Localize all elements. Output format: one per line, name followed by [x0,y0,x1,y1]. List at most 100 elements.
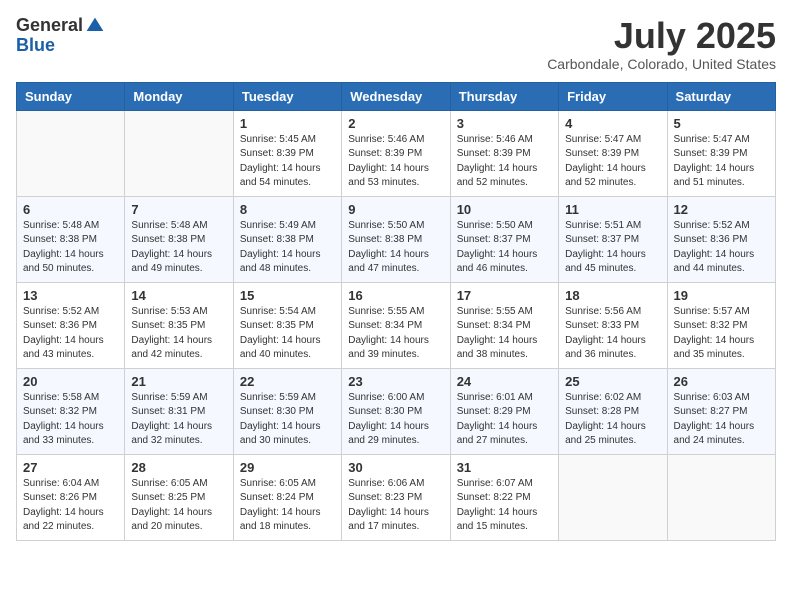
calendar-cell: 8Sunrise: 5:49 AMSunset: 8:38 PMDaylight… [233,196,341,282]
day-number: 29 [240,460,335,475]
day-number: 19 [674,288,769,303]
calendar-cell: 25Sunrise: 6:02 AMSunset: 8:28 PMDayligh… [559,368,667,454]
calendar-cell [667,454,775,540]
day-info: Sunrise: 6:00 AMSunset: 8:30 PMDaylight:… [348,391,443,449]
day-number: 9 [348,202,443,217]
day-info: Sunrise: 5:57 AMSunset: 8:32 PMDaylight:… [674,305,769,363]
calendar-cell: 23 Sunrise: 6:00 AMSunset: 8:30 PMDayligh… [342,368,450,454]
location-text: Carbondale, Colorado, United States [547,56,776,72]
day-info: Sunrise: 5:46 AMSunset: 8:39 PMDaylight:… [457,133,552,191]
day-info: Sunrise: 5:59 AMSunset: 8:30 PMDaylight:… [240,391,335,449]
day-info: Sunrise: 6:05 AMSunset: 8:25 PMDaylight:… [131,477,226,535]
day-info: Sunrise: 6:03 AMSunset: 8:27 PMDaylight:… [674,391,769,449]
calendar-week-row: 27Sunrise: 6:04 AMSunset: 8:26 PMDayligh… [17,454,776,540]
day-number: 31 [457,460,552,475]
day-number: 6 [23,202,118,217]
day-info: Sunrise: 6:01 AMSunset: 8:29 PMDaylight:… [457,391,552,449]
calendar-cell: 13Sunrise: 5:52 AMSunset: 8:36 PMDayligh… [17,282,125,368]
weekday-header: Saturday [667,82,775,110]
day-number: 18 [565,288,660,303]
calendar-cell: 26 Sunrise: 6:03 AMSunset: 8:27 PMDayligh… [667,368,775,454]
calendar-cell: 18 Sunrise: 5:56 AMSunset: 8:33 PMDayligh… [559,282,667,368]
day-info: Sunrise: 6:06 AMSunset: 8:23 PMDaylight:… [348,477,443,535]
day-number: 26 [674,374,769,389]
day-info: Sunrise: 5:56 AMSunset: 8:33 PMDaylight:… [565,305,660,363]
weekday-header: Thursday [450,82,558,110]
day-info: Sunrise: 5:47 AMSunset: 8:39 PMDaylight:… [674,133,769,191]
day-number: 23 [348,374,443,389]
day-info: Sunrise: 5:55 AMSunset: 8:34 PMDaylight:… [457,305,552,363]
day-number: 12 [674,202,769,217]
calendar-cell: 20 Sunrise: 5:58 AMSunset: 8:32 PMDayligh… [17,368,125,454]
day-info: Sunrise: 6:05 AMSunset: 8:24 PMDaylight:… [240,477,335,535]
day-info: Sunrise: 5:50 AMSunset: 8:38 PMDaylight:… [348,219,443,277]
calendar-week-row: 13Sunrise: 5:52 AMSunset: 8:36 PMDayligh… [17,282,776,368]
day-number: 27 [23,460,118,475]
day-number: 4 [565,116,660,131]
calendar-cell: 22 Sunrise: 5:59 AMSunset: 8:30 PMDayligh… [233,368,341,454]
page-header: General Blue July 2025 Carbondale, Color… [16,16,776,72]
calendar-cell: 21 Sunrise: 5:59 AMSunset: 8:31 PMDayligh… [125,368,233,454]
day-info: Sunrise: 5:59 AMSunset: 8:31 PMDaylight:… [131,391,226,449]
calendar-cell: 16Sunrise: 5:55 AMSunset: 8:34 PMDayligh… [342,282,450,368]
day-number: 21 [131,374,226,389]
day-number: 5 [674,116,769,131]
day-number: 8 [240,202,335,217]
day-number: 25 [565,374,660,389]
day-number: 11 [565,202,660,217]
calendar-week-row: 20 Sunrise: 5:58 AMSunset: 8:32 PMDayligh… [17,368,776,454]
day-number: 24 [457,374,552,389]
calendar-cell: 29 Sunrise: 6:05 AMSunset: 8:24 PMDayligh… [233,454,341,540]
day-number: 3 [457,116,552,131]
day-number: 22 [240,374,335,389]
day-number: 2 [348,116,443,131]
weekday-header: Monday [125,82,233,110]
weekday-header: Friday [559,82,667,110]
calendar-cell [559,454,667,540]
day-info: Sunrise: 5:47 AMSunset: 8:39 PMDaylight:… [565,133,660,191]
logo-general-text: General [16,16,83,36]
day-number: 16 [348,288,443,303]
calendar-cell: 12 Sunrise: 5:52 AMSunset: 8:36 PMDayligh… [667,196,775,282]
calendar-cell: 28 Sunrise: 6:05 AMSunset: 8:25 PMDayligh… [125,454,233,540]
day-info: Sunrise: 5:54 AMSunset: 8:35 PMDaylight:… [240,305,335,363]
day-number: 30 [348,460,443,475]
day-info: Sunrise: 5:50 AMSunset: 8:37 PMDaylight:… [457,219,552,277]
calendar-cell: 2 Sunrise: 5:46 AMSunset: 8:39 PMDaylight… [342,110,450,196]
calendar-cell: 4 Sunrise: 5:47 AMSunset: 8:39 PMDaylight… [559,110,667,196]
calendar-cell: 14 Sunrise: 5:53 AMSunset: 8:35 PMDayligh… [125,282,233,368]
weekday-header: Tuesday [233,82,341,110]
calendar-cell: 5 Sunrise: 5:47 AMSunset: 8:39 PMDaylight… [667,110,775,196]
calendar-cell: 31 Sunrise: 6:07 AMSunset: 8:22 PMDayligh… [450,454,558,540]
day-info: Sunrise: 5:52 AMSunset: 8:36 PMDaylight:… [674,219,769,277]
weekday-header: Sunday [17,82,125,110]
day-info: Sunrise: 5:51 AMSunset: 8:37 PMDaylight:… [565,219,660,277]
day-info: Sunrise: 5:48 AMSunset: 8:38 PMDaylight:… [131,219,226,277]
calendar-cell: 6 Sunrise: 5:48 AMSunset: 8:38 PMDaylight… [17,196,125,282]
calendar-cell: 9 Sunrise: 5:50 AMSunset: 8:38 PMDaylight… [342,196,450,282]
day-number: 28 [131,460,226,475]
calendar-cell: 15 Sunrise: 5:54 AMSunset: 8:35 PMDayligh… [233,282,341,368]
day-info: Sunrise: 5:46 AMSunset: 8:39 PMDaylight:… [348,133,443,191]
calendar-cell: 10 Sunrise: 5:50 AMSunset: 8:37 PMDayligh… [450,196,558,282]
calendar-cell: 19 Sunrise: 5:57 AMSunset: 8:32 PMDayligh… [667,282,775,368]
day-number: 1 [240,116,335,131]
day-number: 17 [457,288,552,303]
day-info: Sunrise: 6:07 AMSunset: 8:22 PMDaylight:… [457,477,552,535]
calendar-cell: 24 Sunrise: 6:01 AMSunset: 8:29 PMDayligh… [450,368,558,454]
calendar-header-row: SundayMondayTuesdayWednesdayThursdayFrid… [17,82,776,110]
day-number: 10 [457,202,552,217]
month-title: July 2025 [547,16,776,56]
day-number: 20 [23,374,118,389]
calendar-cell: 11 Sunrise: 5:51 AMSunset: 8:37 PMDayligh… [559,196,667,282]
day-number: 7 [131,202,226,217]
calendar-cell: 7 Sunrise: 5:48 AMSunset: 8:38 PMDaylight… [125,196,233,282]
day-info: Sunrise: 5:53 AMSunset: 8:35 PMDaylight:… [131,305,226,363]
calendar-cell: 30 Sunrise: 6:06 AMSunset: 8:23 PMDayligh… [342,454,450,540]
day-info: Sunrise: 5:58 AMSunset: 8:32 PMDaylight:… [23,391,118,449]
day-number: 15 [240,288,335,303]
day-info: Sunrise: 5:48 AMSunset: 8:38 PMDaylight:… [23,219,118,277]
title-block: July 2025 Carbondale, Colorado, United S… [547,16,776,72]
calendar-table: SundayMondayTuesdayWednesdayThursdayFrid… [16,82,776,541]
day-number: 14 [131,288,226,303]
